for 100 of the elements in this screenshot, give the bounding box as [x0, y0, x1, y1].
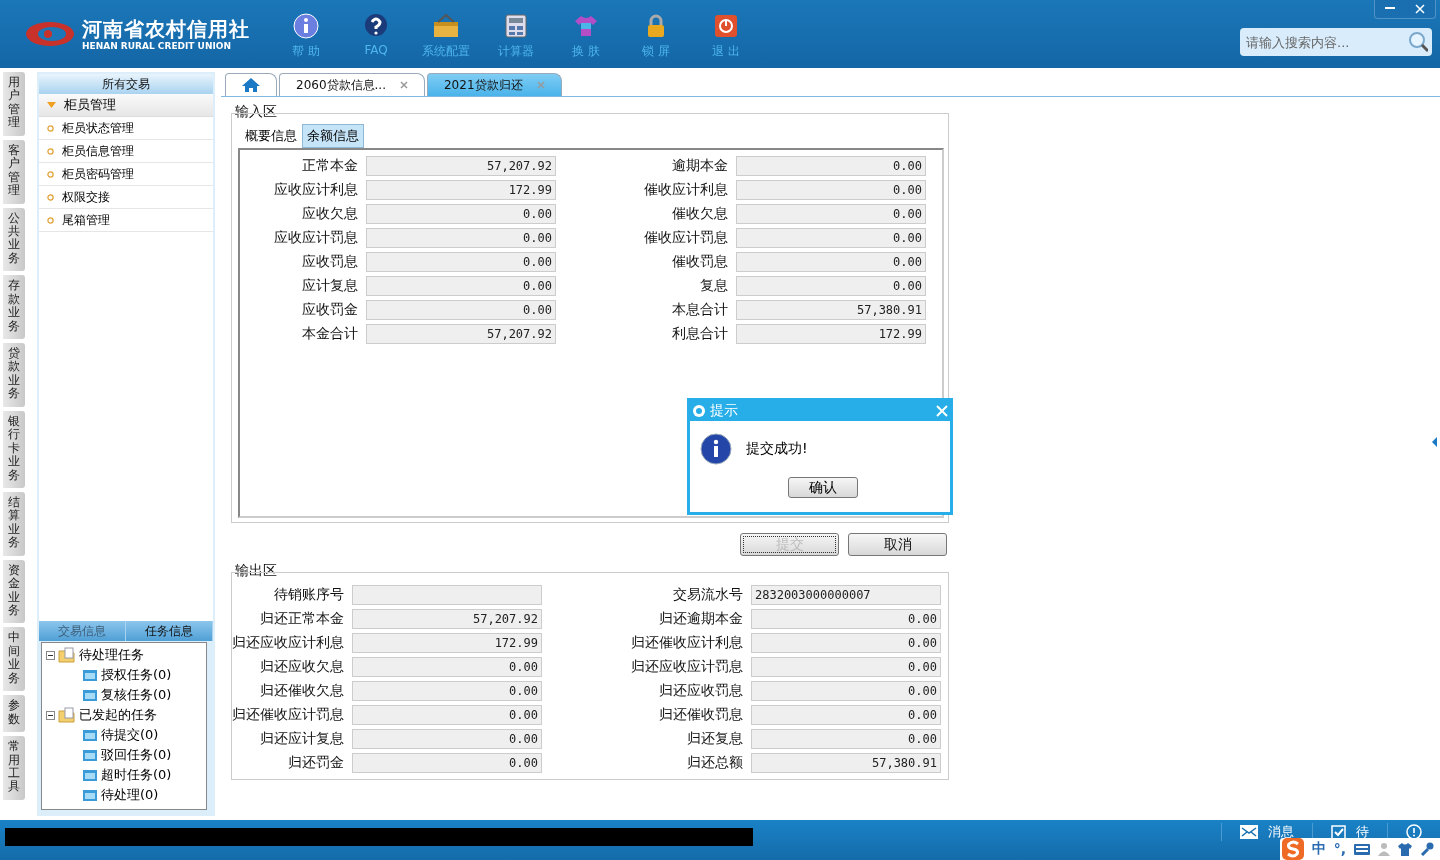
menu-item[interactable]: 权限交接 — [39, 186, 213, 209]
value-field: 57,380.91 — [736, 300, 926, 320]
tree-node[interactable]: 已发起的任务 — [46, 705, 202, 725]
nav-tab[interactable]: 银行卡业务 — [3, 410, 25, 488]
field-label: 归还应收应计利息 — [232, 634, 344, 652]
value-field: 57,207.92 — [352, 609, 542, 629]
folder-icon — [58, 707, 76, 723]
tree-item[interactable]: 超时任务(0) — [46, 765, 202, 785]
field-label: 应收罚息 — [301, 253, 358, 271]
folder-icon — [82, 788, 98, 802]
value-field: 172.99 — [366, 180, 556, 200]
tree-item[interactable]: 待提交(0) — [46, 725, 202, 745]
field-label: 催收应计利息 — [643, 181, 728, 199]
wrench-icon[interactable] — [1420, 842, 1434, 856]
field-label: 交易流水号 — [672, 586, 743, 604]
nav-tab[interactable]: 资金业务 — [3, 559, 25, 624]
info-icon — [700, 433, 732, 465]
field-label: 归还应收欠息 — [259, 658, 344, 676]
menu-item[interactable]: 柜员密码管理 — [39, 163, 213, 186]
bullet-icon — [47, 193, 54, 201]
folder-icon — [82, 748, 98, 762]
info-icon — [293, 12, 319, 39]
shirt-icon[interactable] — [1398, 842, 1412, 856]
collapse-icon — [46, 650, 55, 660]
confirm-button[interactable]: 确认 — [788, 477, 858, 498]
folder-icon — [82, 768, 98, 782]
lock-icon — [645, 12, 667, 39]
minimize-icon — [1385, 7, 1395, 11]
bullet-icon — [47, 216, 54, 224]
logo-title: 河南省农村信用社 — [82, 16, 250, 41]
tree-item[interactable]: 待处理(0) — [46, 785, 202, 805]
ime-mode[interactable]: °, — [1333, 841, 1346, 857]
value-field: 0.00 — [736, 228, 926, 248]
value-field: 2832003000000007 — [751, 585, 941, 605]
panel-tab[interactable]: 任务信息 — [126, 621, 213, 641]
caret-icon — [47, 102, 56, 108]
search-field[interactable]: 请输入搜索内容... — [1240, 28, 1432, 56]
value-field: 0.00 — [366, 276, 556, 296]
value-field: 0.00 — [736, 276, 926, 296]
logo-icon — [24, 19, 76, 49]
ime-mode[interactable]: 中 — [1311, 840, 1326, 858]
search-input[interactable]: 请输入搜索内容... — [1244, 33, 1408, 51]
tree-item[interactable]: 授权任务(0) — [46, 665, 202, 685]
menu-item[interactable]: 柜员信息管理 — [39, 140, 213, 163]
envelope-icon — [1240, 825, 1258, 839]
value-field: 0.00 — [352, 753, 542, 773]
menu-item[interactable]: 尾箱管理 — [39, 209, 213, 232]
home-icon — [242, 78, 260, 92]
field-label: 催收欠息 — [671, 205, 728, 223]
tree-node[interactable]: 待处理任务 — [46, 645, 202, 665]
page-tab[interactable]: 2021贷款归还 — [427, 73, 562, 96]
field-label: 归还复息 — [686, 730, 743, 748]
dialog-title: 提示 — [710, 402, 739, 420]
field-label: 应收罚金 — [301, 301, 358, 319]
field-label: 利息合计 — [671, 325, 728, 343]
dialog-message: 提交成功! — [746, 440, 808, 458]
nav-tab[interactable]: 参数 — [3, 695, 25, 733]
tree-item[interactable]: 复核任务(0) — [46, 685, 202, 705]
field-label: 本金合计 — [301, 325, 358, 343]
nav-tab[interactable]: 存款业务 — [3, 275, 25, 339]
close-icon[interactable] — [400, 81, 408, 89]
value-field: 0.00 — [352, 681, 542, 701]
power-icon — [714, 12, 738, 39]
home-tab[interactable] — [225, 73, 277, 96]
nav-tab[interactable]: 结算业务 — [3, 491, 25, 556]
field-label: 归还催收罚息 — [658, 706, 743, 724]
menu-item[interactable]: 柜员状态管理 — [39, 117, 213, 140]
field-label: 应收应计罚息 — [273, 229, 358, 247]
nav-tab[interactable]: 贷款业务 — [3, 343, 25, 407]
bullet-icon — [47, 170, 54, 178]
value-field: 0.00 — [751, 609, 941, 629]
field-label: 归还催收应计罚息 — [232, 706, 344, 724]
field-label: 归还应收罚息 — [658, 682, 743, 700]
nav-tab[interactable]: 公共业务 — [3, 207, 25, 272]
field-label: 应收欠息 — [301, 205, 358, 223]
page-tab[interactable]: 2060贷款信息... — [279, 73, 425, 96]
nav-tab[interactable]: 常用工具 — [3, 736, 25, 800]
group-header[interactable]: 柜员管理 — [39, 94, 213, 117]
nav-tab[interactable]: 用户管理 — [3, 72, 25, 136]
field-label: 正常本金 — [301, 157, 358, 175]
folder-icon — [58, 647, 76, 663]
folder-icon — [82, 688, 98, 702]
value-field: 57,207.92 — [366, 324, 556, 344]
form-button[interactable]: 取消 — [848, 533, 947, 556]
form-tab[interactable]: 余额信息 — [302, 124, 364, 148]
bullet-icon — [47, 147, 54, 155]
nav-tab[interactable]: 中间业务 — [3, 627, 25, 692]
value-field: 0.00 — [751, 681, 941, 701]
value-field: 0.00 — [366, 252, 556, 272]
value-field: 0.00 — [736, 180, 926, 200]
logo-subtitle: HENAN RURAL CREDIT UNION — [82, 40, 232, 52]
field-label: 应计复息 — [301, 277, 358, 295]
keyboard-icon[interactable] — [1354, 843, 1370, 855]
nav-tab[interactable]: 客户管理 — [3, 139, 25, 204]
collapse-handle-icon[interactable] — [1432, 437, 1438, 447]
field-label: 归还应计复息 — [259, 730, 344, 748]
field-label: 催收应计罚息 — [643, 229, 728, 247]
toolbox-icon — [432, 12, 460, 39]
tree-item[interactable]: 驳回任务(0) — [46, 745, 202, 765]
value-field: 0.00 — [366, 228, 556, 248]
